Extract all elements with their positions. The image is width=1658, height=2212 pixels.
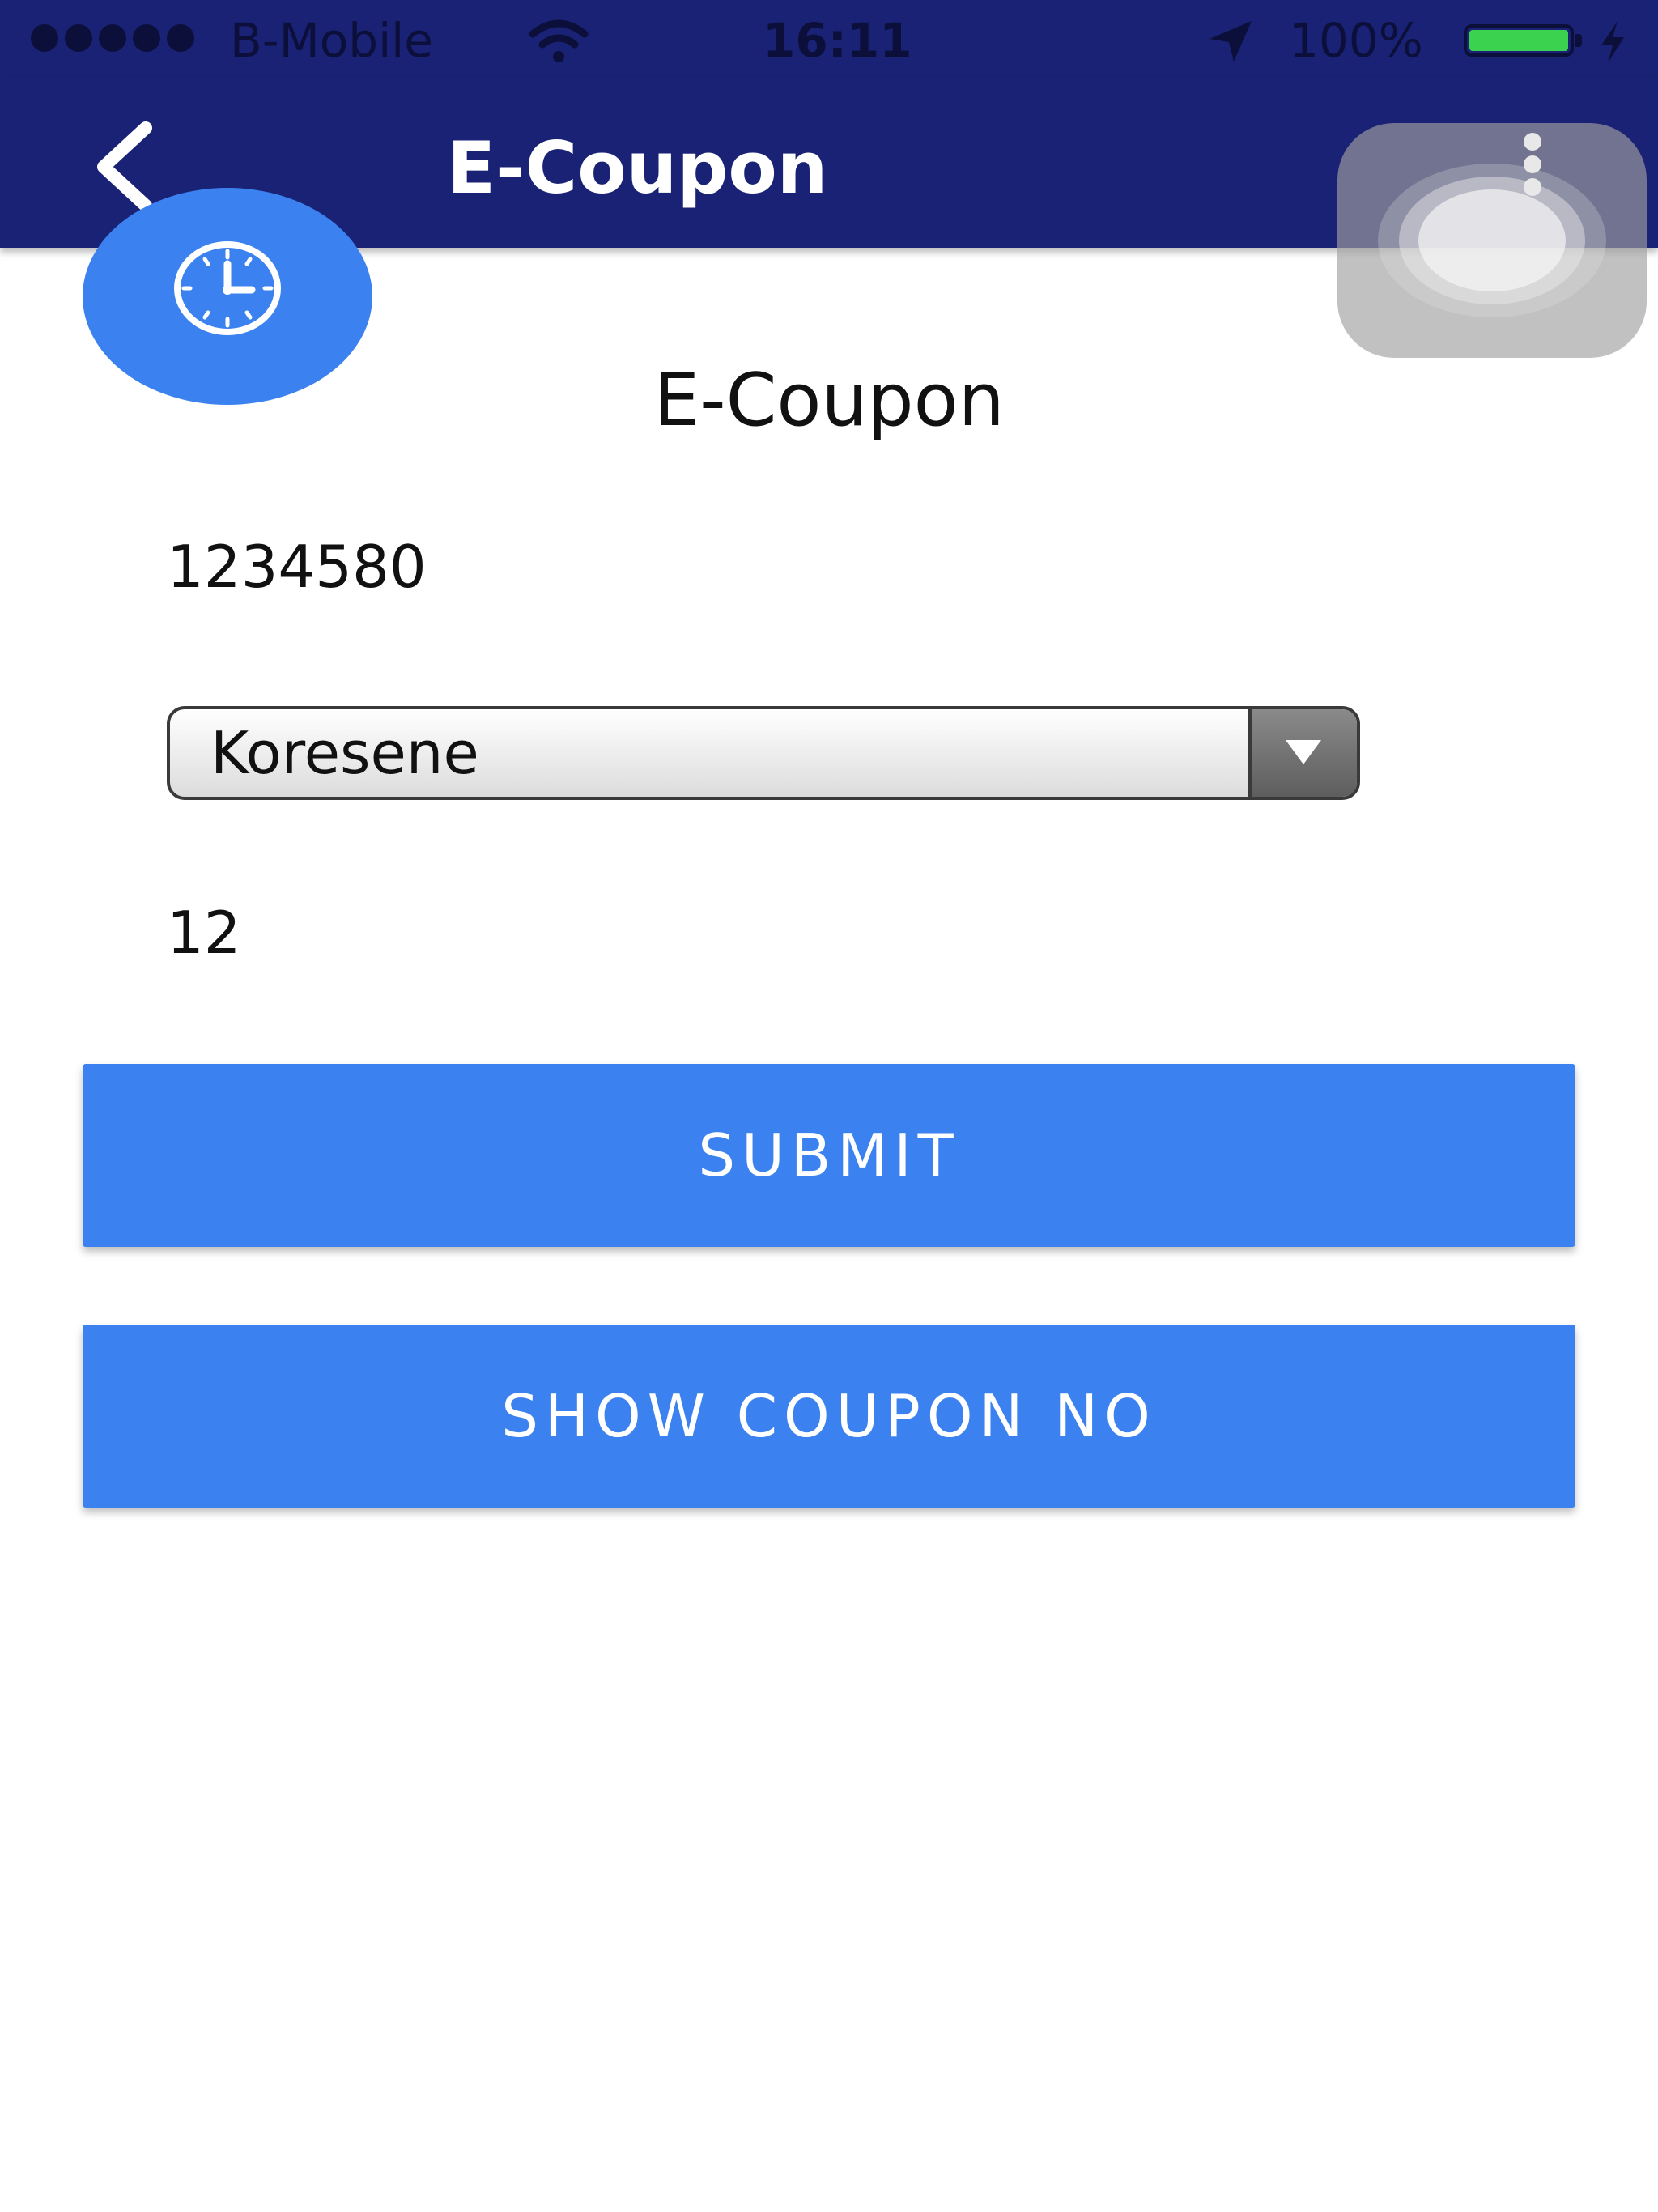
battery-icon: [1464, 24, 1574, 57]
battery-percentage: 100%: [1289, 13, 1423, 68]
carrier-name: B-Mobile: [230, 13, 433, 68]
triangle-down-icon: [1286, 740, 1321, 764]
status-time: 16:11: [763, 13, 912, 68]
wifi-icon: [529, 19, 589, 62]
clock-icon: [174, 241, 281, 335]
show-coupon-no-button[interactable]: SHOW COUPON NO: [83, 1325, 1575, 1508]
battery-cap: [1575, 34, 1582, 47]
fuel-type-selected-value: Koresene: [210, 719, 479, 787]
assistive-touch-button[interactable]: [1337, 123, 1647, 358]
more-options-button[interactable]: [1512, 133, 1553, 198]
nav-title: E-Coupon: [447, 126, 828, 210]
page-title: E-Coupon: [0, 356, 1658, 445]
signal-strength-icon: [31, 24, 194, 52]
fuel-type-select[interactable]: Koresene: [167, 706, 1360, 800]
dot-icon: [1524, 133, 1541, 151]
assistive-touch-center: [1418, 189, 1566, 291]
status-bar: B-Mobile 16:11 100%: [0, 0, 1658, 78]
quantity-field[interactable]: 12: [167, 894, 241, 972]
submit-button[interactable]: SUBMIT: [83, 1064, 1575, 1247]
dropdown-toggle[interactable]: [1248, 709, 1357, 797]
coupon-number-field[interactable]: 1234580: [167, 528, 427, 606]
location-arrow-icon: [1209, 21, 1252, 62]
dot-icon: [1524, 155, 1541, 173]
dot-icon: [1524, 178, 1541, 196]
charging-icon: [1601, 21, 1624, 63]
page-title-text: E-Coupon: [653, 358, 1005, 443]
